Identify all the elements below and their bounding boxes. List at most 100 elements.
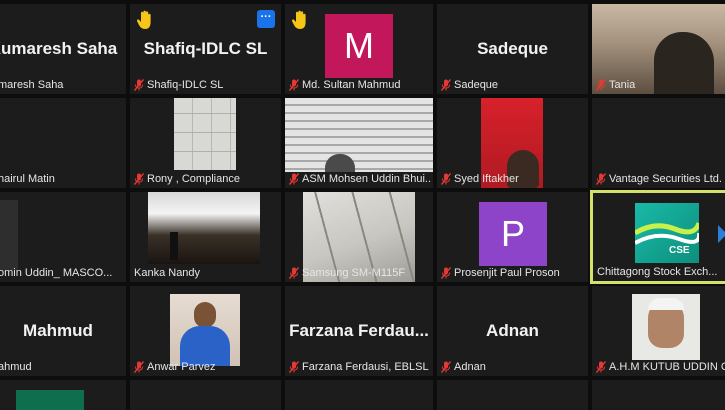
participant-tile[interactable] xyxy=(285,380,433,410)
participant-tile[interactable] xyxy=(437,380,588,410)
participant-tile-active-speaker[interactable]: CSE Chittagong Stock Exch... xyxy=(590,190,725,284)
participant-name-large: Mahmud xyxy=(23,321,93,340)
participant-label-text: omin Uddin_ MASCO... xyxy=(0,267,113,279)
avatar-letter: M xyxy=(344,25,374,66)
participant-label: Samsung SM-M115F xyxy=(289,267,431,279)
mic-muted-icon xyxy=(134,173,144,185)
participant-name-large: Sadeque xyxy=(477,39,548,58)
participant-label: Chittagong Stock Exch... xyxy=(597,266,725,278)
participant-tile[interactable] xyxy=(592,380,725,410)
mic-muted-icon xyxy=(134,79,144,91)
participant-label: Anwar Parvez xyxy=(134,361,279,373)
participant-tile[interactable]: Anwar Parvez xyxy=(130,286,281,376)
video-ceiling-light xyxy=(170,232,178,260)
participant-label-text: Rony , Compliance xyxy=(147,173,240,185)
video-person-cap xyxy=(648,298,684,310)
mic-muted-icon xyxy=(596,173,606,185)
mic-muted-icon xyxy=(441,361,451,373)
participant-label-text: Tania xyxy=(609,79,636,91)
participant-label: Tania xyxy=(596,79,725,91)
participant-label-text: A.H.M KUTUB UDDIN Ch xyxy=(609,361,725,373)
participant-label: hairul Matin xyxy=(0,173,124,185)
cse-logo-text: CSE xyxy=(669,245,690,256)
raised-hand-icon xyxy=(291,10,309,30)
participant-label: Rony , Compliance xyxy=(134,173,279,185)
video-ceiling-grid xyxy=(174,98,236,170)
participant-label: Prosenjit Paul Proson xyxy=(441,267,586,279)
participant-label: omin Uddin_ MASCO... xyxy=(0,267,124,279)
mic-muted-icon xyxy=(441,173,451,185)
video-grid: Kumaresh Saha maresh Saha ··· Shafiq-IDL… xyxy=(0,0,725,410)
participant-label-text: Prosenjit Paul Proson xyxy=(454,267,560,279)
participant-label-text: hairul Matin xyxy=(0,173,55,185)
participant-label-text: Adnan xyxy=(454,361,486,373)
participant-label-text: Vantage Securities Ltd. xyxy=(609,173,722,185)
participant-tile[interactable]: Farzana Ferdau... Farzana Ferdausi, EBLS… xyxy=(285,286,433,376)
participant-label-text: ASM Mohsen Uddin Bhui... xyxy=(302,173,431,185)
participant-label-text: Samsung SM-M115F xyxy=(302,267,406,279)
participant-label-text: Chittagong Stock Exch... xyxy=(597,266,718,278)
participant-tile[interactable]: Vantage Securities Ltd. xyxy=(592,98,725,188)
participant-tile[interactable] xyxy=(0,380,126,410)
mic-muted-icon xyxy=(134,361,144,373)
participant-label: ASM Mohsen Uddin Bhui... xyxy=(289,173,431,185)
mic-muted-icon xyxy=(289,79,299,91)
participant-tile[interactable]: Samsung SM-M115F xyxy=(285,192,433,282)
participant-tile[interactable]: Tania xyxy=(592,4,725,94)
participant-label: Md. Sultan Mahmud xyxy=(289,79,431,91)
more-options-icon[interactable]: ··· xyxy=(257,10,275,28)
participant-tile[interactable]: Kumaresh Saha maresh Saha xyxy=(0,4,126,94)
participant-label-text: ahmud xyxy=(0,361,32,373)
cse-logo: CSE xyxy=(635,203,699,263)
participant-label-text: maresh Saha xyxy=(0,79,64,91)
chevron-right-icon[interactable] xyxy=(718,225,725,243)
participant-label-text: Kanka Nandy xyxy=(134,267,201,279)
mic-muted-icon xyxy=(441,79,451,91)
participant-tile[interactable]: Adnan Adnan xyxy=(437,286,588,376)
participant-label-text: Anwar Parvez xyxy=(147,361,216,373)
participant-label: maresh Saha xyxy=(0,79,124,91)
participant-label: Sadeque xyxy=(441,79,586,91)
participant-name-large: Shafiq-IDLC SL xyxy=(143,39,268,58)
participant-tile[interactable]: Kanka Nandy xyxy=(130,192,281,282)
video-person-shirt xyxy=(180,326,230,366)
participant-tile[interactable]: M Md. Sultan Mahmud xyxy=(285,4,433,94)
participant-tile[interactable]: ··· Shafiq-IDLC SL Shafiq-IDLC SL xyxy=(130,4,281,94)
participant-tile[interactable]: Mahmud ahmud xyxy=(0,286,126,376)
participant-tile[interactable]: omin Uddin_ MASCO... xyxy=(0,192,126,282)
participant-label: Shafiq-IDLC SL xyxy=(134,79,279,91)
mic-muted-icon xyxy=(289,361,299,373)
participant-label-text: Farzana Ferdausi, EBLSL xyxy=(302,361,429,373)
participant-name-large: Farzana Ferdau... xyxy=(289,321,429,340)
participant-label: Adnan xyxy=(441,361,586,373)
participant-tile[interactable]: hairul Matin xyxy=(0,98,126,188)
participant-label: A.H.M KUTUB UDDIN Ch xyxy=(596,361,725,373)
participant-label: Farzana Ferdausi, EBLSL xyxy=(289,361,431,373)
video-feed xyxy=(0,200,18,270)
participant-tile[interactable]: A.H.M KUTUB UDDIN Ch xyxy=(592,286,725,376)
participant-name-large: Adnan xyxy=(486,321,539,340)
participant-label: Syed Iftakher xyxy=(441,173,586,185)
mic-muted-icon xyxy=(596,361,606,373)
raised-hand-icon xyxy=(136,10,154,30)
participant-tile[interactable]: Rony , Compliance xyxy=(130,98,281,188)
participant-tile[interactable] xyxy=(130,380,281,410)
participant-label: Kanka Nandy xyxy=(134,267,279,279)
participant-label-text: Syed Iftakher xyxy=(454,173,519,185)
participant-label: Vantage Securities Ltd. xyxy=(596,173,725,185)
participant-label-text: Md. Sultan Mahmud xyxy=(302,79,401,91)
participant-tile[interactable]: Sadeque Sadeque xyxy=(437,4,588,94)
video-feed xyxy=(148,192,260,264)
video-feed xyxy=(285,98,433,172)
video-feed xyxy=(16,390,84,410)
participant-label-text: Sadeque xyxy=(454,79,499,91)
participant-label: ahmud xyxy=(0,361,124,373)
mic-muted-icon xyxy=(441,267,451,279)
video-person-head xyxy=(194,302,216,328)
participant-label-text: Shafiq-IDLC SL xyxy=(147,79,224,91)
mic-muted-icon xyxy=(596,79,606,91)
participant-tile[interactable]: Syed Iftakher xyxy=(437,98,588,188)
participant-tile[interactable]: ASM Mohsen Uddin Bhui... xyxy=(285,98,433,188)
participant-name-large: Kumaresh Saha xyxy=(0,39,118,58)
participant-tile[interactable]: P Prosenjit Paul Proson xyxy=(437,192,588,282)
